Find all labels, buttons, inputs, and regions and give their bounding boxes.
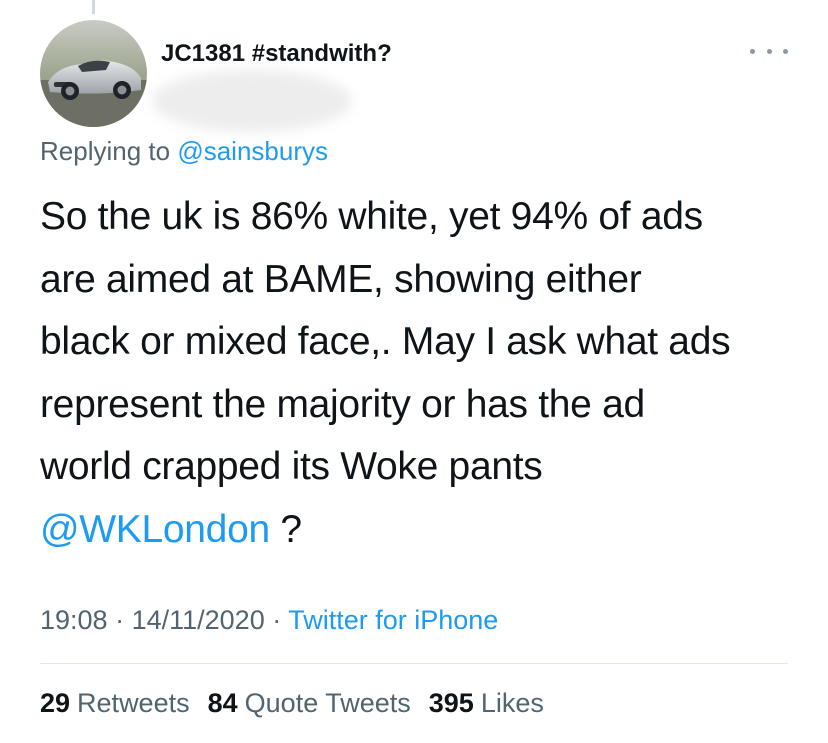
tweet-line: So the uk is 86% white, yet 94% of ads <box>40 195 703 238</box>
tweet-last-line: @WKLondon ? <box>40 499 810 562</box>
tweet-date[interactable]: 14/11/2020 <box>132 605 265 635</box>
meta-separator: · <box>264 605 289 635</box>
tweet-time[interactable]: 19:08 <box>40 605 108 635</box>
redacted-handle <box>152 70 352 132</box>
more-horizontal-icon <box>750 48 755 54</box>
likes-count: 395 <box>428 688 474 718</box>
more-horizontal-icon-dot <box>766 48 772 54</box>
replying-mention-link[interactable]: @sainsburys <box>177 136 328 166</box>
thread-connector-line <box>92 0 95 14</box>
more-options-button[interactable] <box>750 41 788 61</box>
tweet-text: So the uk is 86% white, yet 94% of ads a… <box>40 186 810 561</box>
tweet-metadata: 19:08 · 14/11/2020 · Twitter for iPhone <box>40 605 498 636</box>
quote-tweets-count: 84 <box>207 688 238 718</box>
meta-separator: · <box>107 605 132 635</box>
tweet-source-link[interactable]: Twitter for iPhone <box>288 605 498 635</box>
replying-to: Replying to @sainsburys <box>40 136 328 167</box>
engagement-stats: 29 Retweets 84 Quote Tweets 395 Likes <box>40 688 544 719</box>
retweets-count: 29 <box>40 688 71 718</box>
divider <box>40 663 788 664</box>
tweet-line: black or mixed face,. May I ask what ads <box>40 320 731 363</box>
tweet-line: are aimed at BAME, showing either <box>40 257 642 301</box>
avatar[interactable] <box>40 20 147 127</box>
likes-stat[interactable]: 395 Likes <box>429 688 544 719</box>
display-name[interactable]: JC1381 #standwith? <box>161 40 392 68</box>
quote-tweets-label: Quote Tweets <box>244 688 411 718</box>
tweet-trailing-text: ? <box>269 507 302 551</box>
mention-link-wklondon[interactable]: @WKLondon <box>40 508 270 551</box>
avatar-car-image <box>40 20 147 127</box>
retweets-stat[interactable]: 29 Retweets <box>40 688 190 719</box>
more-horizontal-icon-dot <box>783 48 788 54</box>
tweet-line: world crapped its Woke pants <box>40 445 543 488</box>
retweets-label: Retweets <box>77 688 190 718</box>
replying-prefix: Replying to <box>40 136 171 166</box>
quote-tweets-stat[interactable]: 84 Quote Tweets <box>208 688 411 719</box>
tweet-line: represent the majority or has the ad <box>40 382 645 426</box>
likes-label: Likes <box>480 688 544 718</box>
